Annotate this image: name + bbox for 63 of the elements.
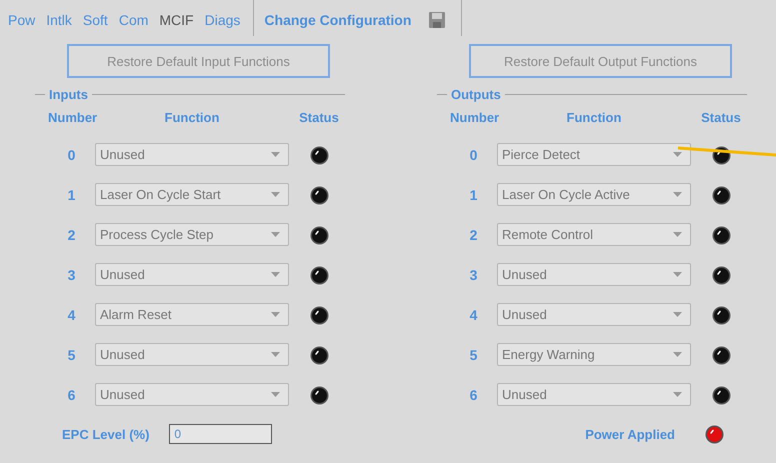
nav-tab[interactable]: Intlk (46, 12, 72, 28)
nav-tab[interactable]: Soft (82, 12, 108, 28)
function-dropdown[interactable]: Energy Warning (497, 343, 691, 366)
channel-number: 3 (68, 267, 76, 283)
caret-icon (673, 392, 682, 397)
function-dropdown[interactable]: Process Cycle Step (95, 223, 289, 246)
nav-tab[interactable]: MCIF (159, 12, 194, 28)
channel-number: 5 (470, 347, 478, 363)
epc-level-field[interactable]: 0 (169, 424, 272, 444)
channel-number: 2 (68, 227, 76, 243)
function-dropdown[interactable]: Remote Control (497, 223, 691, 246)
caret-icon (673, 272, 682, 277)
save-icon[interactable] (429, 12, 446, 28)
function-dropdown[interactable]: Unused (95, 143, 289, 166)
caret-icon (271, 352, 280, 357)
power-applied-label: Power Applied (584, 426, 675, 442)
restore-defaults-button[interactable]: Restore Default Output Functions (469, 44, 732, 78)
nav-tab[interactable]: Diags (204, 12, 240, 28)
channel-number: 0 (470, 147, 478, 163)
channel-number: 6 (68, 387, 76, 403)
caret-icon (271, 192, 280, 197)
caret-icon (673, 352, 682, 357)
caret-icon (673, 232, 682, 237)
channel-number: 1 (68, 187, 76, 203)
restore-defaults-button[interactable]: Restore Default Input Functions (67, 44, 330, 78)
function-dropdown[interactable]: Unused (497, 303, 691, 326)
caret-icon (271, 392, 280, 397)
caret-icon (271, 152, 280, 157)
column-header: Status (701, 110, 741, 126)
column-header: Function (566, 110, 622, 126)
channel-number: 6 (470, 387, 478, 403)
function-dropdown[interactable]: Unused (95, 343, 289, 366)
function-dropdown[interactable]: Unused (497, 263, 691, 286)
function-dropdown[interactable]: Laser On Cycle Active (497, 183, 691, 206)
change-configuration-link[interactable]: Change Configuration (264, 12, 412, 28)
function-dropdown[interactable]: Pierce Detect (497, 143, 691, 166)
function-dropdown[interactable]: Laser On Cycle Start (95, 183, 289, 206)
channel-number: 5 (68, 347, 76, 363)
caret-icon (673, 192, 682, 197)
caret-icon (271, 272, 280, 277)
channel-number: 1 (470, 187, 478, 203)
column-header: Number (450, 110, 500, 126)
group-title: Outputs (451, 86, 501, 102)
column-header: Number (48, 110, 98, 126)
column-header: Status (299, 110, 339, 126)
caret-icon (673, 312, 682, 317)
caret-icon (673, 152, 682, 157)
function-dropdown[interactable]: Alarm Reset (95, 303, 289, 326)
caret-icon (271, 232, 280, 237)
channel-number: 0 (68, 147, 76, 163)
function-dropdown[interactable]: Unused (95, 383, 289, 406)
channel-number: 2 (470, 227, 478, 243)
column-header: Function (164, 110, 220, 126)
group-title: Inputs (49, 86, 88, 102)
channel-number: 3 (470, 267, 478, 283)
epc-level-label: EPC Level (%) (62, 426, 150, 442)
nav-tab[interactable]: Pow (8, 12, 36, 28)
nav-tab[interactable]: Com (118, 12, 148, 28)
function-dropdown[interactable]: Unused (497, 383, 691, 406)
channel-number: 4 (470, 307, 478, 323)
channel-number: 4 (68, 307, 76, 323)
caret-icon (271, 312, 280, 317)
function-dropdown[interactable]: Unused (95, 263, 289, 286)
